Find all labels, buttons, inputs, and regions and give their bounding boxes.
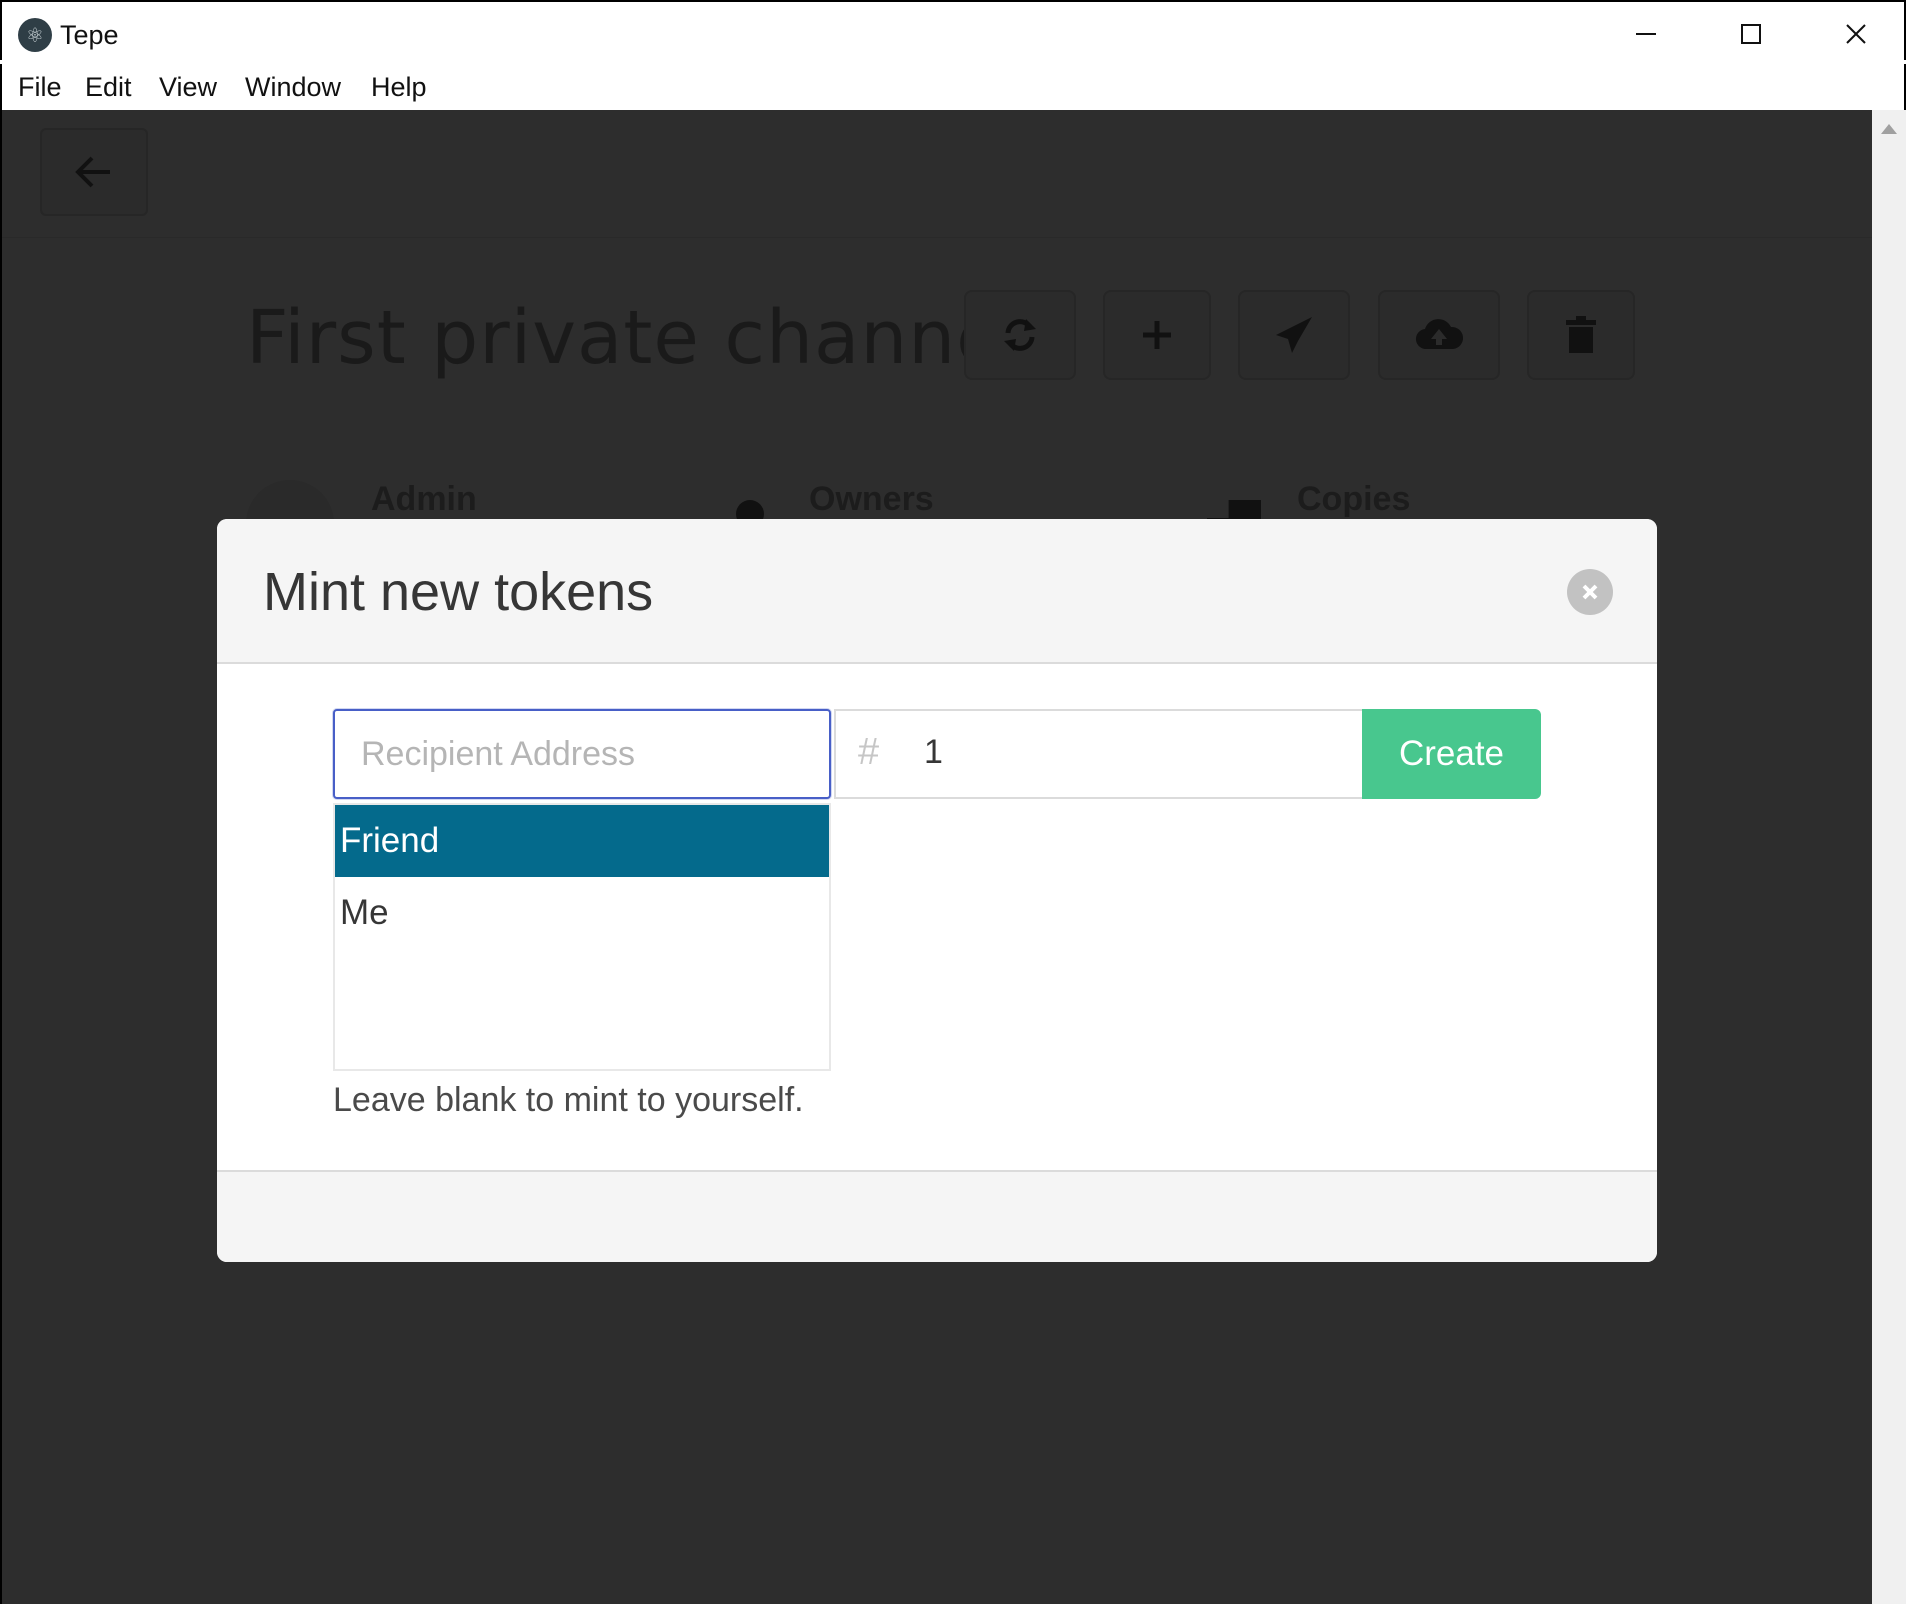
plus-icon	[1143, 321, 1171, 349]
suggestion-me[interactable]: Me	[335, 877, 829, 949]
header-divider	[2, 237, 1874, 238]
suggestion-friend[interactable]: Friend	[335, 805, 829, 877]
stat-copies-label: Copies	[1297, 480, 1411, 518]
scrollbar[interactable]	[1872, 110, 1906, 1604]
maximize-icon	[1741, 24, 1761, 44]
page-title: First private channel!	[246, 295, 1055, 381]
recipient-address-input[interactable]	[333, 709, 831, 799]
stat-owners-label: Owners	[809, 480, 934, 518]
minimize-icon	[1636, 33, 1656, 35]
refresh-button[interactable]	[964, 290, 1076, 380]
modal-title: Mint new tokens	[263, 562, 654, 622]
token-count-value: 1	[924, 733, 943, 771]
menu-view[interactable]: View	[159, 72, 217, 103]
send-button[interactable]	[1238, 290, 1350, 380]
modal-footer	[217, 1170, 1657, 1262]
title-bar: ⚛ Tepe	[0, 0, 1906, 60]
trash-icon	[1566, 316, 1596, 353]
hash-icon: #	[858, 731, 880, 773]
recipient-suggestions: Friend Me	[333, 803, 831, 1071]
delete-button[interactable]	[1527, 290, 1635, 380]
refresh-icon	[1004, 319, 1036, 351]
create-button[interactable]: Create	[1362, 709, 1541, 799]
add-button[interactable]	[1103, 290, 1211, 380]
token-count-field[interactable]: # 1	[834, 709, 1382, 799]
close-icon	[1582, 584, 1598, 600]
close-window-button[interactable]	[1804, 2, 1906, 66]
window-title: Tepe	[60, 20, 119, 50]
menu-window[interactable]: Window	[245, 72, 341, 103]
stat-admin-label: Admin	[371, 480, 477, 518]
modal-header: Mint new tokens	[217, 519, 1657, 664]
back-button[interactable]	[40, 128, 148, 216]
menu-help[interactable]: Help	[371, 72, 427, 103]
app-logo-icon: ⚛	[18, 18, 52, 52]
arrow-left-icon	[75, 156, 110, 188]
minimize-button[interactable]	[1594, 2, 1698, 66]
scroll-up-arrow-icon[interactable]	[1881, 124, 1897, 134]
upload-button[interactable]	[1378, 290, 1500, 380]
mint-tokens-modal: Mint new tokens # 1 Create Friend Me Lea…	[217, 519, 1657, 1262]
menu-file[interactable]: File	[18, 72, 62, 103]
modal-close-button[interactable]	[1567, 569, 1613, 615]
cloud-upload-icon	[1416, 319, 1463, 350]
menu-bar: File Edit View Window Help	[0, 64, 1906, 110]
close-icon	[1846, 24, 1866, 44]
send-icon	[1276, 317, 1312, 353]
recipient-help-text: Leave blank to mint to yourself.	[333, 1081, 804, 1119]
menu-edit[interactable]: Edit	[85, 72, 132, 103]
maximize-button[interactable]	[1699, 2, 1803, 66]
